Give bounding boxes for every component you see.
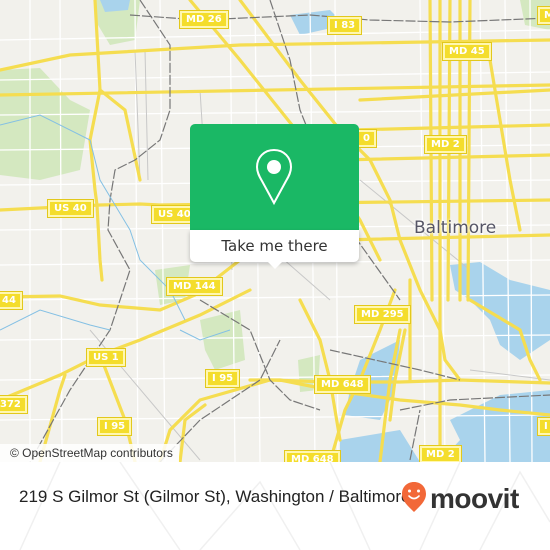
route-shield-i-95-southwest: I 95	[96, 417, 133, 436]
city-label-baltimore: Baltimore	[414, 218, 497, 238]
route-shield-md-2-north: MD 2	[424, 135, 467, 154]
map-attribution: © OpenStreetMap contributors	[0, 444, 179, 462]
location-popup: Take me there	[190, 124, 359, 269]
popup-pointer	[267, 261, 283, 269]
route-shield-md-45: MD 45	[442, 42, 492, 61]
route-shield-md-648-south: MD 648	[284, 450, 341, 462]
route-shield-us-40-west: US 40	[47, 199, 94, 218]
route-shield-md-295: MD 295	[354, 305, 411, 324]
popup-header	[190, 124, 359, 230]
route-shield-md-648-north: MD 648	[314, 375, 371, 394]
take-me-there-button[interactable]: Take me there	[190, 230, 359, 262]
moovit-logo[interactable]: moovit	[400, 480, 519, 518]
route-shield-md-2-south: MD 2	[419, 445, 462, 462]
route-shield-i-95-center: I 95	[204, 369, 241, 388]
route-shield-md-144: MD 144	[166, 277, 223, 296]
route-shield-i-83: I 83	[326, 16, 363, 35]
route-shield-partial-372: 372	[0, 395, 28, 414]
route-shield-partial: M	[537, 6, 550, 25]
route-shield-partial-44: 44	[0, 291, 23, 310]
route-shield-partial-behind-popup: 0	[356, 129, 377, 148]
route-shield-partial-i: I	[537, 417, 550, 436]
route-shield-md-26: MD 26	[179, 10, 229, 29]
route-shield-us-1: US 1	[86, 348, 126, 367]
moovit-wordmark: moovit	[430, 483, 519, 514]
moovit-smiley-pin-icon	[400, 480, 428, 518]
footer: 219 S Gilmor St (Gilmor St), Washington …	[0, 462, 550, 550]
map[interactable]: MD 26 I 83 MD 45 M MD 2 US 40 US 40 0 MD…	[0, 0, 550, 462]
stop-address: 219 S Gilmor St (Gilmor St), Washington …	[19, 487, 411, 506]
